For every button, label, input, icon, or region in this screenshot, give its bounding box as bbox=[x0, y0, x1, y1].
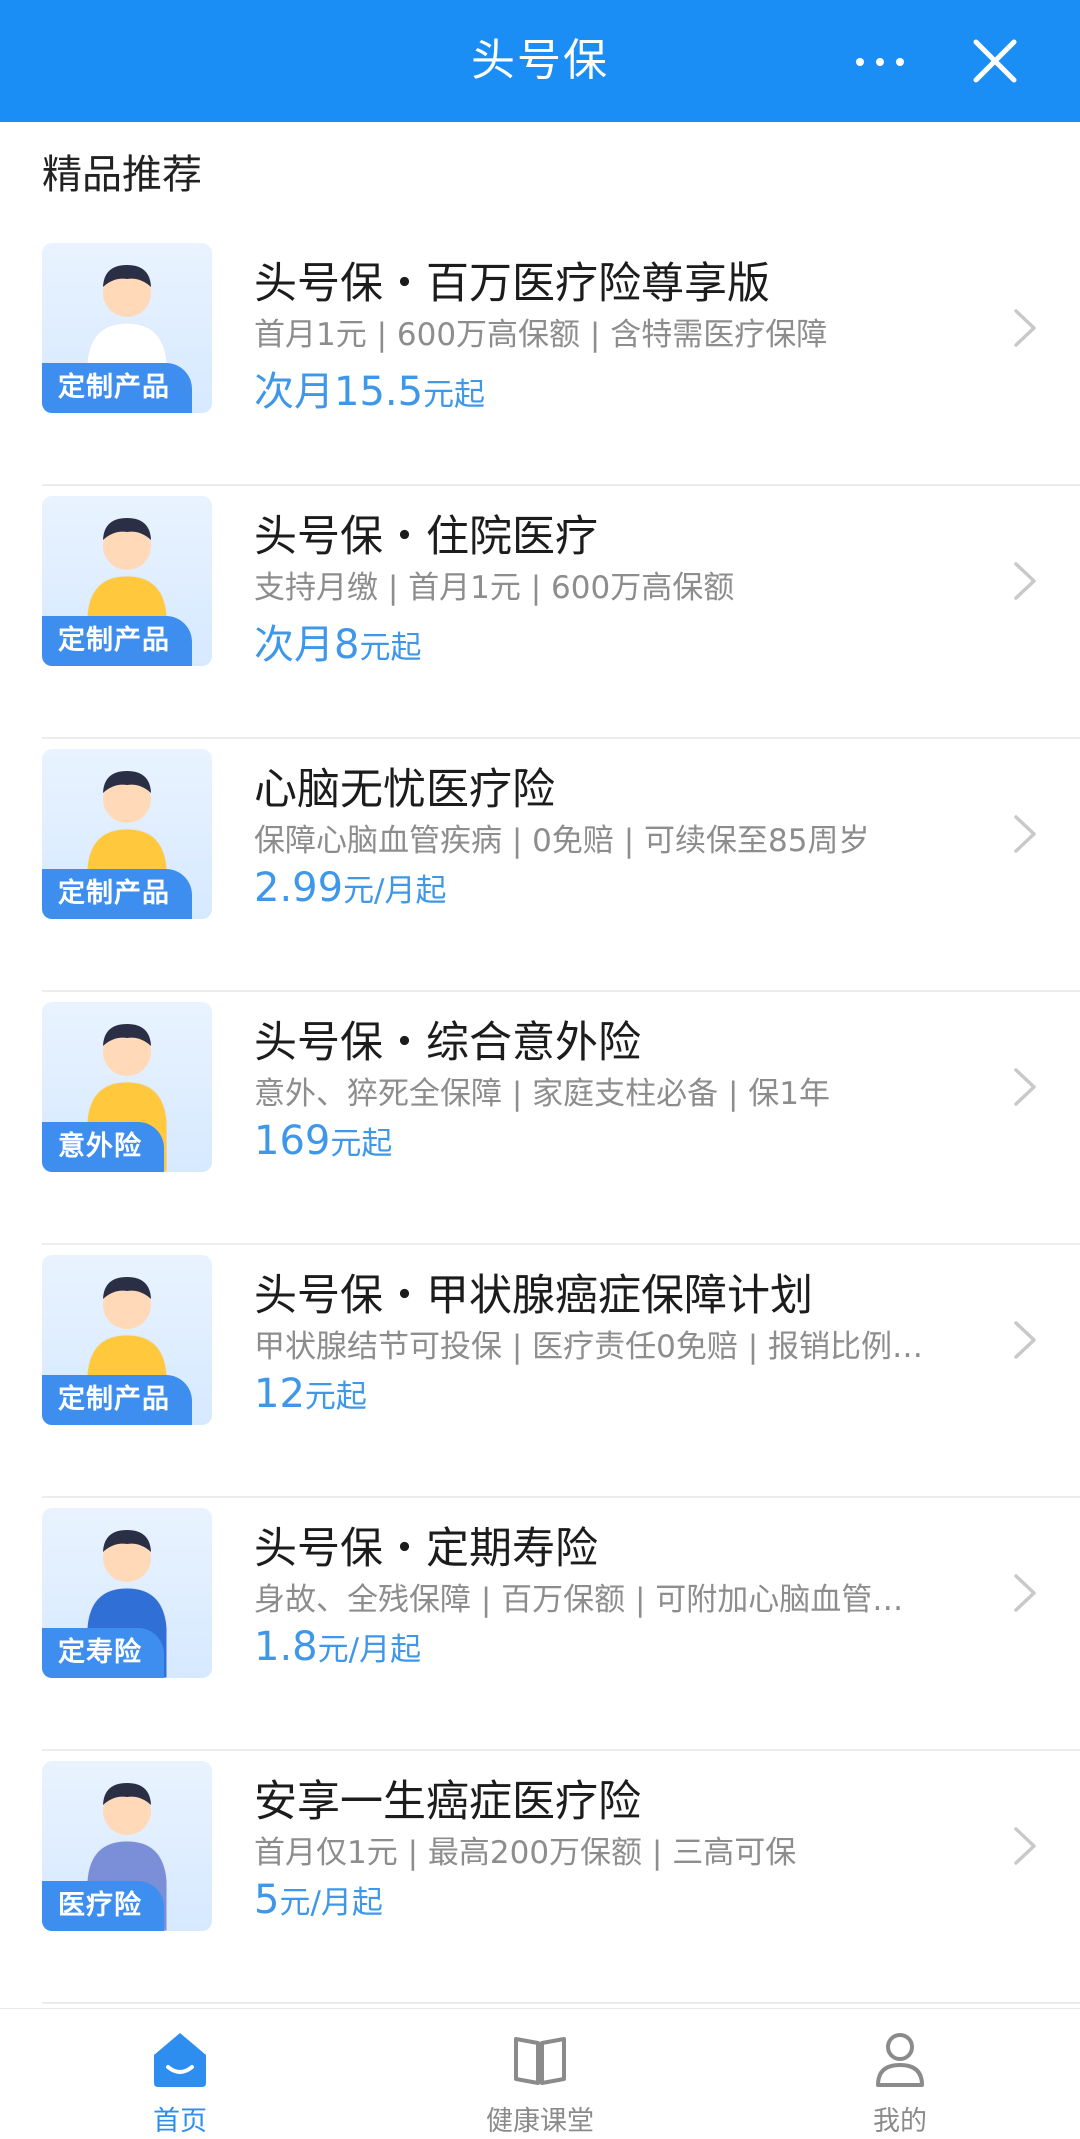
price-unit: 元起 bbox=[304, 1379, 367, 1415]
more-icon[interactable] bbox=[850, 40, 910, 80]
chevron-right-icon bbox=[1014, 1827, 1036, 1865]
product-image: 定寿险 bbox=[42, 1508, 212, 1678]
product-description: 意外、猝死全保障 | 家庭支柱必备 | 保1年 bbox=[254, 1076, 831, 1112]
product-name: 安享一生癌症医疗险 bbox=[254, 1777, 641, 1827]
price-value: 2.99 bbox=[254, 865, 344, 911]
home-icon bbox=[154, 2033, 206, 2087]
product-image: 定制产品 bbox=[42, 496, 212, 666]
product-description: 身故、全残保障 | 百万保额 | 可附加心脑血管… bbox=[254, 1582, 904, 1618]
chevron-right-icon bbox=[1014, 815, 1036, 853]
product-name: 头号保・综合意外险 bbox=[254, 1018, 641, 1068]
product-category-badge: 医疗险 bbox=[42, 1881, 164, 1931]
tab-home[interactable]: 首页 bbox=[0, 2009, 360, 2139]
price-prefix: 次月 bbox=[254, 369, 334, 415]
chevron-right-icon bbox=[1014, 1321, 1036, 1359]
product-price: 12元起 bbox=[254, 1371, 367, 1417]
product-image: 医疗险 bbox=[42, 1761, 212, 1931]
price-value: 12 bbox=[254, 1371, 305, 1417]
product-description: 甲状腺结节可投保 | 医疗责任0免赔 | 报销比例… bbox=[254, 1329, 924, 1365]
product-name: 心脑无忧医疗险 bbox=[254, 765, 555, 815]
product-category-badge: 定制产品 bbox=[42, 1375, 192, 1425]
tab-label: 健康课堂 bbox=[486, 2106, 594, 2137]
price-value: 1.8 bbox=[254, 1624, 318, 1670]
product-name: 头号保・百万医疗险尊享版 bbox=[254, 259, 770, 309]
product-item[interactable]: 定制产品 心脑无忧医疗险 保障心脑血管疾病 | 0免赔 | 可续保至85周岁 2… bbox=[0, 739, 1080, 992]
chevron-right-icon bbox=[1014, 562, 1036, 600]
product-category-badge: 定寿险 bbox=[42, 1628, 164, 1678]
product-item[interactable]: 意外险 头号保・综合意外险 意外、猝死全保障 | 家庭支柱必备 | 保1年 16… bbox=[0, 992, 1080, 1245]
price-value: 169 bbox=[254, 1118, 331, 1164]
chevron-right-icon bbox=[1014, 1574, 1036, 1612]
product-image: 定制产品 bbox=[42, 1255, 212, 1425]
price-unit: 元/月起 bbox=[317, 1632, 422, 1668]
product-category-badge: 意外险 bbox=[42, 1122, 164, 1172]
product-description: 保障心脑血管疾病 | 0免赔 | 可续保至85周岁 bbox=[254, 823, 870, 859]
product-image: 定制产品 bbox=[42, 749, 212, 919]
close-icon[interactable] bbox=[970, 36, 1020, 86]
price-value: 15.5 bbox=[334, 369, 424, 415]
product-item[interactable]: 定制产品 头号保・住院医疗 支持月缴 | 首月1元 | 600万高保额 次月8元… bbox=[0, 486, 1080, 739]
product-price: 次月8元起 bbox=[254, 612, 421, 670]
top-navigation-bar: 头号保 bbox=[0, 0, 1080, 122]
product-price: 5元/月起 bbox=[254, 1877, 383, 1923]
product-image: 定制产品 bbox=[42, 243, 212, 413]
product-name: 头号保・甲状腺癌症保障计划 bbox=[254, 1271, 813, 1321]
bottom-tab-bar: 首页 健康课堂 我的 bbox=[0, 2008, 1080, 2139]
product-description: 支持月缴 | 首月1元 | 600万高保额 bbox=[254, 570, 735, 606]
book-icon bbox=[514, 2037, 566, 2085]
tab-health-class[interactable]: 健康课堂 bbox=[360, 2009, 720, 2139]
price-unit: 元起 bbox=[359, 630, 422, 666]
price-value: 5 bbox=[254, 1877, 280, 1923]
product-category-badge: 定制产品 bbox=[42, 869, 192, 919]
product-item[interactable]: 定制产品 头号保・甲状腺癌症保障计划 甲状腺结节可投保 | 医疗责任0免赔 | … bbox=[0, 1245, 1080, 1498]
price-unit: 元起 bbox=[330, 1126, 393, 1162]
chevron-right-icon bbox=[1014, 1068, 1036, 1106]
product-price: 次月15.5元起 bbox=[254, 359, 485, 417]
section-title: 精品推荐 bbox=[42, 152, 202, 198]
user-icon bbox=[876, 2033, 924, 2087]
price-unit: 元起 bbox=[423, 377, 486, 413]
product-item[interactable]: 定寿险 头号保・定期寿险 身故、全残保障 | 百万保额 | 可附加心脑血管… 1… bbox=[0, 1498, 1080, 1751]
price-value: 8 bbox=[334, 622, 360, 668]
product-name: 头号保・住院医疗 bbox=[254, 512, 598, 562]
price-unit: 元/月起 bbox=[343, 873, 447, 909]
product-category-badge: 定制产品 bbox=[42, 363, 192, 413]
product-price: 2.99元/月起 bbox=[254, 865, 447, 911]
divider bbox=[42, 2002, 1080, 2004]
tab-label: 首页 bbox=[153, 2106, 207, 2137]
price-prefix: 次月 bbox=[254, 622, 334, 668]
tab-mine[interactable]: 我的 bbox=[720, 2009, 1080, 2139]
price-unit: 元/月起 bbox=[279, 1885, 383, 1921]
page-title: 头号保 bbox=[471, 35, 609, 86]
product-price: 1.8元/月起 bbox=[254, 1624, 421, 1670]
product-description: 首月1元 | 600万高保额 | 含特需医疗保障 bbox=[254, 317, 828, 353]
product-list: 定制产品 头号保・百万医疗险尊享版 首月1元 | 600万高保额 | 含特需医疗… bbox=[0, 233, 1080, 2004]
product-description: 首月仅1元 | 最高200万保额 | 三高可保 bbox=[254, 1835, 797, 1871]
product-category-badge: 定制产品 bbox=[42, 616, 192, 666]
product-image: 意外险 bbox=[42, 1002, 212, 1172]
chevron-right-icon bbox=[1014, 309, 1036, 347]
product-price: 169元起 bbox=[254, 1118, 392, 1164]
product-item[interactable]: 定制产品 头号保・百万医疗险尊享版 首月1元 | 600万高保额 | 含特需医疗… bbox=[0, 233, 1080, 486]
tab-label: 我的 bbox=[873, 2106, 927, 2137]
product-item[interactable]: 医疗险 安享一生癌症医疗险 首月仅1元 | 最高200万保额 | 三高可保 5元… bbox=[0, 1751, 1080, 2004]
product-name: 头号保・定期寿险 bbox=[254, 1524, 598, 1574]
